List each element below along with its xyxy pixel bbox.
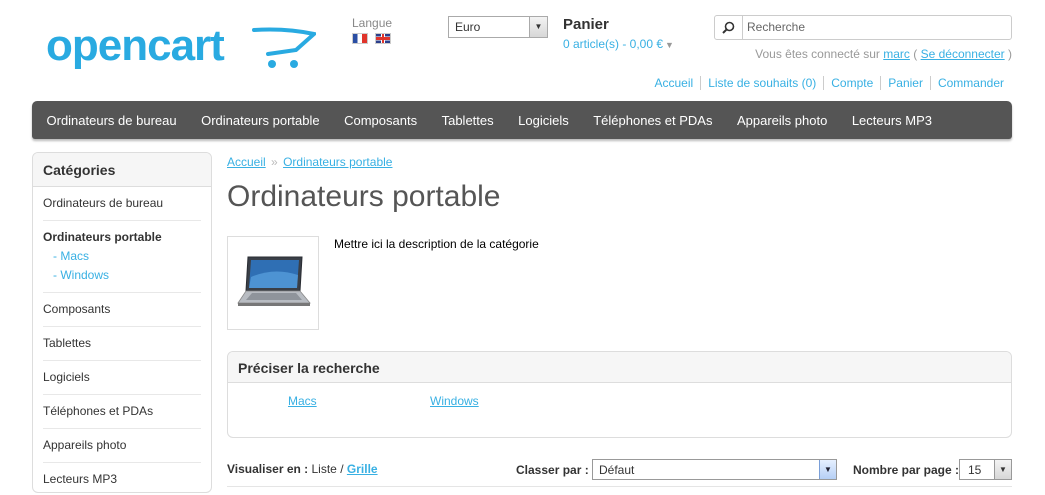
search-button[interactable] bbox=[715, 16, 743, 39]
category-item-tablets[interactable]: Tablettes bbox=[43, 327, 201, 361]
menu-item-mp3[interactable]: Lecteurs MP3 bbox=[839, 113, 944, 128]
opencart-logo[interactable]: opencart bbox=[46, 21, 319, 76]
search-icon bbox=[722, 21, 735, 34]
refine-link-macs[interactable]: Macs bbox=[288, 394, 430, 408]
welcome-open-paren: ( bbox=[913, 47, 918, 61]
welcome-text: Vous êtes connecté sur marc ( Se déconne… bbox=[755, 47, 1012, 61]
menu-item-phones[interactable]: Téléphones et PDAs bbox=[581, 113, 725, 128]
refine-search-box: Préciser la recherche Macs Windows bbox=[227, 351, 1012, 438]
cart-widget[interactable]: Panier 0 article(s) - 0,00 € ▼ bbox=[563, 16, 674, 51]
logo-text: opencart bbox=[46, 24, 225, 70]
chevron-down-icon[interactable]: ▼ bbox=[994, 460, 1011, 479]
subcategory-item-macs[interactable]: - Macs bbox=[43, 246, 201, 265]
refine-link-windows[interactable]: Windows bbox=[430, 394, 572, 408]
sort-label: Classer par : bbox=[516, 463, 589, 477]
divider bbox=[227, 486, 1012, 487]
language-selector: Langue bbox=[352, 16, 392, 44]
categories-box: Catégories Ordinateurs de bureau Ordinat… bbox=[32, 152, 212, 493]
flag-en-icon[interactable] bbox=[375, 33, 391, 44]
top-link-wishlist[interactable]: Liste de souhaits (0) bbox=[700, 76, 823, 90]
categories-title: Catégories bbox=[33, 153, 211, 187]
breadcrumb-separator: » bbox=[271, 155, 278, 169]
display-label: Visualiser en : bbox=[227, 462, 309, 476]
cart-summary[interactable]: 0 article(s) - 0,00 € ▼ bbox=[563, 37, 674, 51]
main-menu: Ordinateurs de bureau Ordinateurs portab… bbox=[32, 101, 1012, 139]
page-title: Ordinateurs portable bbox=[227, 180, 501, 213]
top-links: Accueil Liste de souhaits (0) Compte Pan… bbox=[648, 76, 1012, 90]
logout-link[interactable]: Se déconnecter bbox=[921, 47, 1005, 61]
category-item-label: Ordinateurs portable bbox=[43, 230, 162, 244]
limit-value: 15 bbox=[968, 463, 982, 477]
limit-label: Nombre par page : bbox=[853, 463, 960, 477]
category-item-components[interactable]: Composants bbox=[43, 293, 201, 327]
search-input[interactable] bbox=[747, 19, 1002, 35]
category-item-desktops[interactable]: Ordinateurs de bureau bbox=[43, 187, 201, 221]
top-link-home[interactable]: Accueil bbox=[648, 76, 701, 90]
chevron-down-icon[interactable]: ▼ bbox=[529, 17, 547, 37]
limit-select[interactable]: 15 ▼ bbox=[959, 459, 1012, 480]
breadcrumb-laptops[interactable]: Ordinateurs portable bbox=[283, 155, 392, 169]
cart-summary-text: 0 article(s) - 0,00 € bbox=[563, 37, 664, 51]
category-item-software[interactable]: Logiciels bbox=[43, 361, 201, 395]
sort-select[interactable]: Défaut ▼ bbox=[592, 459, 837, 480]
breadcrumb: Accueil » Ordinateurs portable bbox=[227, 155, 392, 169]
cart-title: Panier bbox=[563, 16, 609, 33]
sort-value: Défaut bbox=[599, 463, 635, 477]
top-link-checkout[interactable]: Commander bbox=[929, 76, 1011, 90]
category-item-phones[interactable]: Téléphones et PDAs bbox=[43, 395, 201, 429]
search-box bbox=[714, 15, 1012, 40]
display-separator: / bbox=[340, 462, 344, 476]
refine-search-title: Préciser la recherche bbox=[228, 352, 1011, 383]
subcategory-item-windows[interactable]: - Windows bbox=[43, 265, 201, 284]
chevron-down-icon: ▼ bbox=[665, 40, 674, 50]
account-user-link[interactable]: marc bbox=[883, 47, 910, 61]
display-toggle: Visualiser en : Liste / Grille bbox=[227, 462, 378, 476]
display-grid-link[interactable]: Grille bbox=[347, 462, 378, 476]
top-link-cart[interactable]: Panier bbox=[880, 76, 930, 90]
menu-item-software[interactable]: Logiciels bbox=[506, 113, 581, 128]
menu-item-cameras[interactable]: Appareils photo bbox=[724, 113, 839, 128]
menu-item-tablets[interactable]: Tablettes bbox=[429, 113, 506, 128]
flag-fr-icon[interactable] bbox=[352, 33, 368, 44]
top-link-account[interactable]: Compte bbox=[823, 76, 880, 90]
breadcrumb-home[interactable]: Accueil bbox=[227, 155, 266, 169]
welcome-close-paren: ) bbox=[1008, 47, 1012, 61]
category-item-cameras[interactable]: Appareils photo bbox=[43, 429, 201, 463]
menu-item-laptops[interactable]: Ordinateurs portable bbox=[189, 113, 332, 128]
chevron-down-icon[interactable]: ▼ bbox=[819, 460, 836, 479]
language-label: Langue bbox=[352, 16, 393, 30]
currency-select[interactable]: Euro ▼ bbox=[448, 16, 548, 38]
menu-item-components[interactable]: Composants bbox=[332, 113, 429, 128]
menu-item-desktops[interactable]: Ordinateurs de bureau bbox=[34, 113, 189, 128]
welcome-prefix: Vous êtes connecté sur bbox=[755, 47, 880, 61]
logo-graphic: opencart bbox=[46, 21, 319, 70]
category-item-laptops[interactable]: Ordinateurs portable - Macs - Windows bbox=[43, 221, 201, 293]
currency-value: Euro bbox=[455, 20, 481, 34]
laptop-icon bbox=[237, 256, 311, 306]
display-list: Liste bbox=[311, 462, 337, 476]
category-item-mp3[interactable]: Lecteurs MP3 bbox=[43, 463, 201, 492]
category-description: Mettre ici la description de la catégori… bbox=[334, 237, 539, 251]
category-image bbox=[227, 236, 319, 330]
